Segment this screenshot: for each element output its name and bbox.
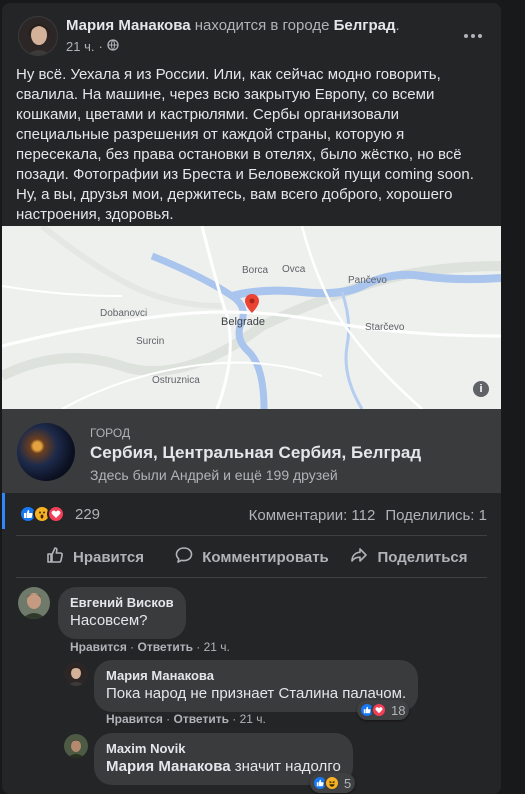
comment-button[interactable]: Комментировать <box>173 538 330 576</box>
map-label-surcin: Surcin <box>136 336 164 347</box>
post-time[interactable]: 21 ч. <box>66 39 94 54</box>
comment-like-link[interactable]: Нравится <box>70 640 127 654</box>
haha-reaction-icon <box>324 775 340 791</box>
comment-bubble: Евгений Висков Насовсем? <box>58 587 186 639</box>
info-icon[interactable]: i <box>473 381 489 397</box>
love-reaction-icon <box>371 702 387 718</box>
comment-time[interactable]: 21 ч. <box>204 640 230 654</box>
place-category: ГОРОД <box>90 426 131 440</box>
reply-like-link[interactable]: Нравится <box>106 712 163 726</box>
post-card: Мария Манакова находится в городе Белгра… <box>2 3 501 794</box>
reply-time[interactable]: 21 ч. <box>240 712 266 726</box>
map-graphic: Borca Ovca Pančevo Dobanovci Belgrade Su… <box>2 223 501 410</box>
place-name[interactable]: Сербия, Центральная Сербия, Белград <box>90 443 421 463</box>
author-line: Мария Манакова находится в городе Белгра… <box>66 17 400 34</box>
commenter-avatar[interactable] <box>18 587 50 619</box>
comment-reply-link[interactable]: Ответить <box>138 640 193 654</box>
reply-reactions[interactable]: 18 <box>357 700 410 720</box>
reaction-summary[interactable]: 229 <box>19 505 100 523</box>
map-label-belgrade: Belgrade <box>221 316 265 328</box>
share-button[interactable]: Поделиться <box>330 538 487 576</box>
reply-author[interactable]: Мария Манакова <box>106 668 406 684</box>
like-button[interactable]: Нравится <box>16 538 173 576</box>
map-label-borca: Borca <box>242 265 269 276</box>
action-bar: Нравится Комментировать Поделиться <box>16 538 487 576</box>
reply-reply-link[interactable]: Ответить <box>174 712 229 726</box>
reply-reactions[interactable]: 5 <box>310 773 356 793</box>
comment-meta: Нравится · Ответить · 21 ч. <box>70 640 230 654</box>
post-stats: Комментарии: 112 Поделились: 1 <box>249 507 487 524</box>
meta-separator: · <box>98 39 103 54</box>
reaction-count: 229 <box>75 505 101 523</box>
ellipsis-icon[interactable] <box>463 23 483 44</box>
map-label-dobanovci: Dobanovci <box>100 308 147 319</box>
focus-indicator <box>2 493 5 529</box>
globe-icon <box>107 39 119 54</box>
reply-reaction-count: 18 <box>391 702 406 718</box>
location-suffix: . <box>395 17 400 34</box>
post-text: Ну всё. Уехала я из России. Или, как сей… <box>16 66 474 223</box>
reply-mention[interactable]: Мария Манакова <box>106 758 231 775</box>
reply-author[interactable]: Maxim Novik <box>106 741 341 757</box>
divider <box>16 577 487 578</box>
map-label-ovca: Ovca <box>282 264 306 275</box>
like-label: Нравится <box>72 548 145 566</box>
map-label-starcevo: Starčevo <box>365 322 405 333</box>
place-friends: Здесь были Андрей и ещё 199 друзей <box>90 467 338 483</box>
comments-count[interactable]: Комментарии: 112 <box>249 507 376 524</box>
reply-meta: Нравится · Ответить · 21 ч. <box>106 712 266 726</box>
thumbs-up-icon <box>45 545 65 569</box>
place-attachment[interactable]: ГОРОД Сербия, Центральная Сербия, Белгра… <box>2 409 501 493</box>
location-prefix: находится в городе <box>194 17 330 34</box>
shares-count[interactable]: Поделились: 1 <box>385 507 487 524</box>
reply-avatar[interactable] <box>64 734 88 758</box>
comment-author[interactable]: Евгений Висков <box>70 595 174 611</box>
divider <box>16 535 487 536</box>
share-label: Поделиться <box>377 548 468 566</box>
post-meta: 21 ч. · <box>66 39 119 54</box>
map-label-ostruznica: Ostruznica <box>152 375 200 386</box>
author-avatar[interactable] <box>18 16 58 56</box>
share-icon <box>349 545 369 569</box>
location-city[interactable]: Белград <box>334 17 396 34</box>
reply-reaction-count: 5 <box>344 775 352 791</box>
comment-icon <box>174 545 194 569</box>
author-name[interactable]: Мария Манакова <box>66 17 191 34</box>
map-label-pancevo: Pančevo <box>348 275 387 286</box>
comment-text: Насовсем? <box>70 612 148 629</box>
city-thumbnail <box>17 423 75 481</box>
location-map[interactable]: Borca Ovca Pančevo Dobanovci Belgrade Su… <box>2 223 501 410</box>
reply-text: Мария Манакова значит надолго <box>106 757 341 777</box>
love-reaction-icon <box>47 505 65 523</box>
comment-label: Комментировать <box>202 548 329 566</box>
reply-avatar[interactable] <box>64 662 88 686</box>
